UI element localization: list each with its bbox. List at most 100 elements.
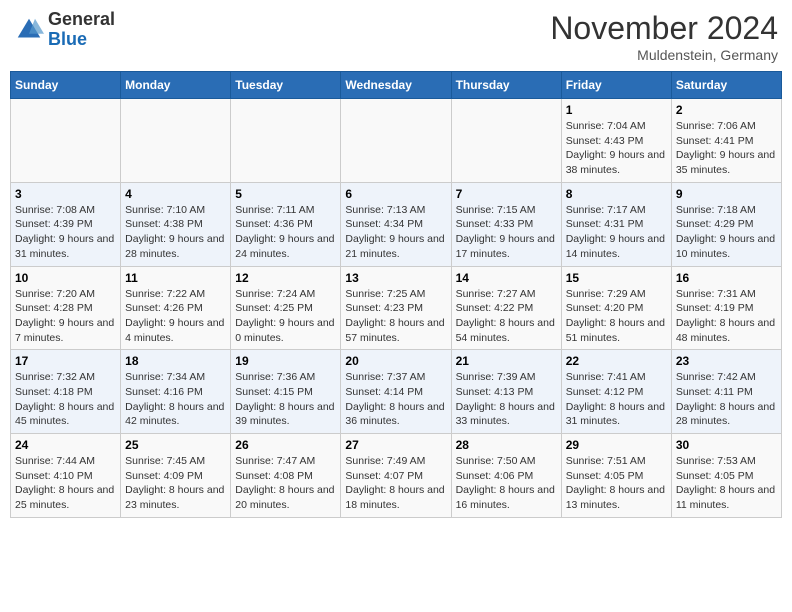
title-area: November 2024 Muldenstein, Germany <box>550 10 778 63</box>
day-number: 16 <box>676 271 777 285</box>
day-number: 2 <box>676 103 777 117</box>
day-number: 14 <box>456 271 557 285</box>
calendar-cell: 30 Sunrise: 7:53 AM Sunset: 4:05 PM Dayli… <box>671 434 781 518</box>
day-number: 3 <box>15 187 116 201</box>
calendar-cell: 7 Sunrise: 7:15 AM Sunset: 4:33 PM Daylig… <box>451 182 561 266</box>
day-info: Sunrise: 7:39 AM Sunset: 4:13 PM Dayligh… <box>456 370 557 429</box>
day-of-week-header: Monday <box>121 72 231 99</box>
day-number: 19 <box>235 354 336 368</box>
day-info: Sunrise: 7:18 AM Sunset: 4:29 PM Dayligh… <box>676 203 777 262</box>
day-number: 13 <box>345 271 446 285</box>
day-number: 8 <box>566 187 667 201</box>
day-info: Sunrise: 7:53 AM Sunset: 4:05 PM Dayligh… <box>676 454 777 513</box>
day-number: 11 <box>125 271 226 285</box>
calendar-cell: 22Sunrise: 7:41 AM Sunset: 4:12 PM Dayli… <box>561 350 671 434</box>
day-info: Sunrise: 7:27 AM Sunset: 4:22 PM Dayligh… <box>456 287 557 346</box>
calendar-cell: 24 Sunrise: 7:44 AM Sunset: 4:10 PM Dayli… <box>11 434 121 518</box>
calendar-cell: 15 Sunrise: 7:29 AM Sunset: 4:20 PM Dayli… <box>561 266 671 350</box>
day-info: Sunrise: 7:17 AM Sunset: 4:31 PM Dayligh… <box>566 203 667 262</box>
day-info: Sunrise: 7:42 AM Sunset: 4:11 PM Dayligh… <box>676 370 777 429</box>
day-info: Sunrise: 7:44 AM Sunset: 4:10 PM Dayligh… <box>15 454 116 513</box>
day-info: Sunrise: 7:04 AM Sunset: 4:43 PM Dayligh… <box>566 119 667 178</box>
calendar-cell: 17Sunrise: 7:32 AM Sunset: 4:18 PM Dayli… <box>11 350 121 434</box>
calendar-week-row: 1 Sunrise: 7:04 AM Sunset: 4:43 PM Daylig… <box>11 99 782 183</box>
calendar-cell: 8 Sunrise: 7:17 AM Sunset: 4:31 PM Daylig… <box>561 182 671 266</box>
calendar-cell: 11 Sunrise: 7:22 AM Sunset: 4:26 PM Dayli… <box>121 266 231 350</box>
day-number: 4 <box>125 187 226 201</box>
day-of-week-header: Wednesday <box>341 72 451 99</box>
calendar-week-row: 3 Sunrise: 7:08 AM Sunset: 4:39 PM Daylig… <box>11 182 782 266</box>
calendar-cell: 9 Sunrise: 7:18 AM Sunset: 4:29 PM Daylig… <box>671 182 781 266</box>
calendar-header-row: SundayMondayTuesdayWednesdayThursdayFrid… <box>11 72 782 99</box>
day-info: Sunrise: 7:47 AM Sunset: 4:08 PM Dayligh… <box>235 454 336 513</box>
calendar-cell: 19 Sunrise: 7:36 AM Sunset: 4:15 PM Dayli… <box>231 350 341 434</box>
logo-text: General Blue <box>48 10 115 50</box>
day-info: Sunrise: 7:31 AM Sunset: 4:19 PM Dayligh… <box>676 287 777 346</box>
calendar-cell <box>11 99 121 183</box>
day-number: 12 <box>235 271 336 285</box>
day-info: Sunrise: 7:11 AM Sunset: 4:36 PM Dayligh… <box>235 203 336 262</box>
day-of-week-header: Tuesday <box>231 72 341 99</box>
day-info: Sunrise: 7:41 AM Sunset: 4:12 PM Dayligh… <box>566 370 667 429</box>
calendar-cell: 23 Sunrise: 7:42 AM Sunset: 4:11 PM Dayli… <box>671 350 781 434</box>
logo-icon <box>14 15 44 45</box>
day-number: 29 <box>566 438 667 452</box>
day-info: Sunrise: 7:24 AM Sunset: 4:25 PM Dayligh… <box>235 287 336 346</box>
day-number: 1 <box>566 103 667 117</box>
day-number: 28 <box>456 438 557 452</box>
day-info: Sunrise: 7:50 AM Sunset: 4:06 PM Dayligh… <box>456 454 557 513</box>
calendar-cell: 18Sunrise: 7:34 AM Sunset: 4:16 PM Dayli… <box>121 350 231 434</box>
day-info: Sunrise: 7:45 AM Sunset: 4:09 PM Dayligh… <box>125 454 226 513</box>
location-title: Muldenstein, Germany <box>550 47 778 63</box>
calendar-cell: 27Sunrise: 7:49 AM Sunset: 4:07 PM Dayli… <box>341 434 451 518</box>
header: General Blue November 2024 Muldenstein, … <box>10 10 782 63</box>
calendar-cell: 13 Sunrise: 7:25 AM Sunset: 4:23 PM Dayli… <box>341 266 451 350</box>
calendar-week-row: 24 Sunrise: 7:44 AM Sunset: 4:10 PM Dayli… <box>11 434 782 518</box>
day-info: Sunrise: 7:37 AM Sunset: 4:14 PM Dayligh… <box>345 370 446 429</box>
calendar-cell: 10Sunrise: 7:20 AM Sunset: 4:28 PM Dayli… <box>11 266 121 350</box>
calendar-cell: 28 Sunrise: 7:50 AM Sunset: 4:06 PM Dayli… <box>451 434 561 518</box>
day-info: Sunrise: 7:20 AM Sunset: 4:28 PM Dayligh… <box>15 287 116 346</box>
day-info: Sunrise: 7:22 AM Sunset: 4:26 PM Dayligh… <box>125 287 226 346</box>
day-number: 26 <box>235 438 336 452</box>
logo-blue: Blue <box>48 29 87 49</box>
day-number: 5 <box>235 187 336 201</box>
calendar-cell: 16 Sunrise: 7:31 AM Sunset: 4:19 PM Dayli… <box>671 266 781 350</box>
day-number: 21 <box>456 354 557 368</box>
day-number: 9 <box>676 187 777 201</box>
calendar-cell <box>121 99 231 183</box>
day-info: Sunrise: 7:25 AM Sunset: 4:23 PM Dayligh… <box>345 287 446 346</box>
calendar-cell <box>341 99 451 183</box>
day-number: 30 <box>676 438 777 452</box>
day-number: 23 <box>676 354 777 368</box>
calendar-cell: 20Sunrise: 7:37 AM Sunset: 4:14 PM Dayli… <box>341 350 451 434</box>
day-info: Sunrise: 7:49 AM Sunset: 4:07 PM Dayligh… <box>345 454 446 513</box>
calendar-cell <box>231 99 341 183</box>
day-info: Sunrise: 7:15 AM Sunset: 4:33 PM Dayligh… <box>456 203 557 262</box>
day-info: Sunrise: 7:08 AM Sunset: 4:39 PM Dayligh… <box>15 203 116 262</box>
calendar-cell: 21 Sunrise: 7:39 AM Sunset: 4:13 PM Dayli… <box>451 350 561 434</box>
day-info: Sunrise: 7:51 AM Sunset: 4:05 PM Dayligh… <box>566 454 667 513</box>
calendar-cell: 6Sunrise: 7:13 AM Sunset: 4:34 PM Daylig… <box>341 182 451 266</box>
day-info: Sunrise: 7:29 AM Sunset: 4:20 PM Dayligh… <box>566 287 667 346</box>
day-info: Sunrise: 7:36 AM Sunset: 4:15 PM Dayligh… <box>235 370 336 429</box>
day-number: 25 <box>125 438 226 452</box>
calendar-cell: 12 Sunrise: 7:24 AM Sunset: 4:25 PM Dayli… <box>231 266 341 350</box>
day-of-week-header: Sunday <box>11 72 121 99</box>
day-of-week-header: Thursday <box>451 72 561 99</box>
day-number: 7 <box>456 187 557 201</box>
calendar-cell <box>451 99 561 183</box>
calendar-cell: 25 Sunrise: 7:45 AM Sunset: 4:09 PM Dayli… <box>121 434 231 518</box>
day-number: 6 <box>345 187 446 201</box>
day-number: 24 <box>15 438 116 452</box>
day-of-week-header: Saturday <box>671 72 781 99</box>
day-of-week-header: Friday <box>561 72 671 99</box>
calendar-week-row: 17Sunrise: 7:32 AM Sunset: 4:18 PM Dayli… <box>11 350 782 434</box>
calendar-cell: 14 Sunrise: 7:27 AM Sunset: 4:22 PM Dayli… <box>451 266 561 350</box>
calendar-cell: 4Sunrise: 7:10 AM Sunset: 4:38 PM Daylig… <box>121 182 231 266</box>
calendar-week-row: 10Sunrise: 7:20 AM Sunset: 4:28 PM Dayli… <box>11 266 782 350</box>
day-info: Sunrise: 7:34 AM Sunset: 4:16 PM Dayligh… <box>125 370 226 429</box>
logo-general: General <box>48 9 115 29</box>
day-number: 17 <box>15 354 116 368</box>
day-number: 15 <box>566 271 667 285</box>
